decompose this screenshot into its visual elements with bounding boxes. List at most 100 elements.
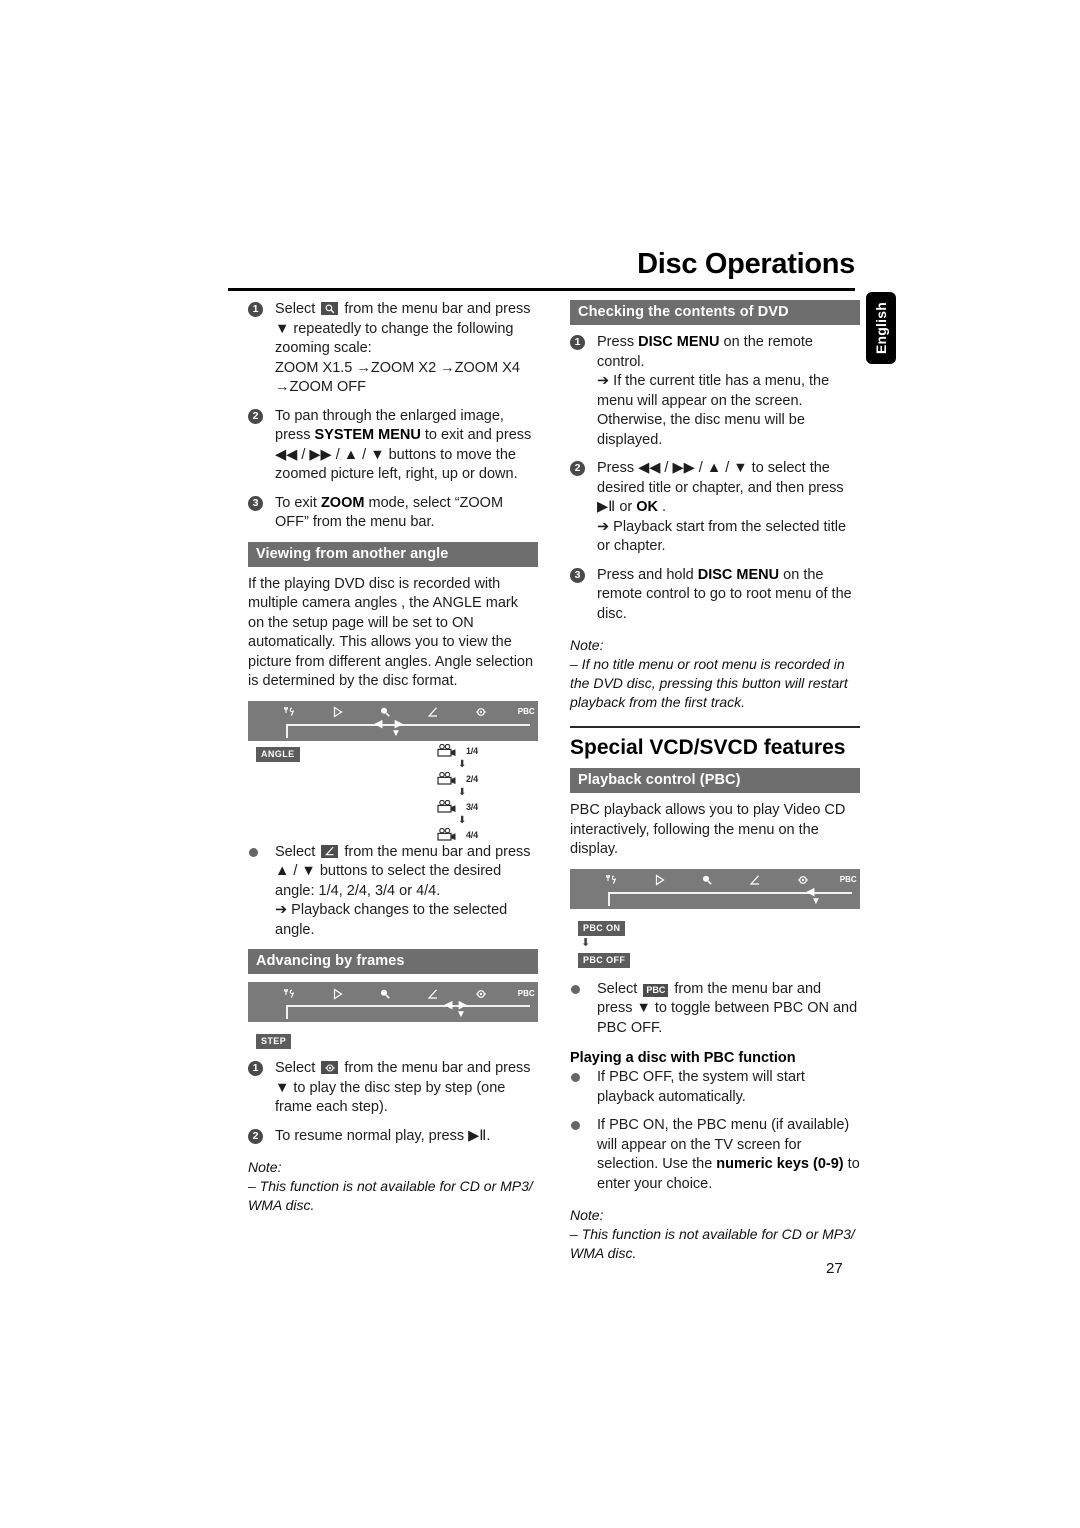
zoom-scale-line-1: ZOOM X1.5 →ZOOM X2 →ZOOM X4 bbox=[275, 359, 520, 376]
right-note: Note: – This function is not available f… bbox=[570, 1206, 860, 1263]
zoom-magnifier-icon bbox=[373, 988, 397, 1000]
angle-figure: ANGLE 1/4 ⬇ 2/4 ⬇ 3/4 ⬇ 4/4 bbox=[248, 743, 538, 843]
playing-pbc-bullet-2: If PBC ON, the PBC menu (if available) w… bbox=[570, 1116, 860, 1194]
camera-angle-arrow: ⬇ bbox=[458, 786, 467, 798]
angle-result-line: ➔ Playback changes to the selected angle… bbox=[275, 902, 508, 938]
step-text-part1: Press ◀◀ / ▶▶ / ▲ / ▼ to select the desi… bbox=[597, 460, 844, 515]
note-text: – This function is not available for CD … bbox=[570, 1226, 855, 1261]
disc-menu-keyword: DISC MENU bbox=[638, 334, 720, 350]
osd-baseline bbox=[286, 1005, 530, 1007]
osd-menu-bar-pbc: PBC ◀ ▼ bbox=[570, 868, 860, 909]
camera-angle-row: 1/4 bbox=[436, 743, 510, 760]
step-number: 1 bbox=[248, 1061, 263, 1076]
angle-icon bbox=[321, 844, 339, 858]
system-menu-keyword: SYSTEM MENU bbox=[314, 427, 421, 443]
camera-angle-arrow: ⬇ bbox=[458, 814, 467, 826]
pbc-icon: PBC bbox=[517, 707, 535, 716]
step-text: To resume normal play, press ▶Ⅱ. bbox=[275, 1127, 491, 1144]
camera-angle-label: 1/4 bbox=[466, 746, 478, 756]
tools-icon bbox=[278, 706, 302, 718]
camera-angle-label: 4/4 bbox=[466, 830, 478, 840]
step-text-part1: To exit bbox=[275, 494, 317, 511]
section-heading-checking-dvd: Checking the contents of DVD bbox=[570, 300, 860, 325]
zoom-step-3: 3 To exit ZOOM mode, select “ZOOM OFF” f… bbox=[248, 494, 538, 533]
numeric-keys-keyword: numeric keys (0-9) bbox=[716, 1156, 844, 1172]
osd-baseline-drop bbox=[286, 723, 288, 738]
step-text-before: Select bbox=[275, 301, 316, 317]
language-tab: English bbox=[866, 292, 896, 364]
step-icon bbox=[321, 1061, 339, 1074]
pbc-body: PBC playback allows you to play Video CD… bbox=[570, 802, 846, 857]
step-number: 2 bbox=[248, 1128, 263, 1144]
bullet-text-before: Select bbox=[275, 843, 316, 860]
osd-cursor-step: ◀ ▶ ▼ bbox=[444, 999, 468, 1021]
osd-cursor-angle: ◀ ▶ ▼ bbox=[374, 717, 404, 739]
step-number: 2 bbox=[248, 408, 263, 424]
pbc-chip-row: PBC ON ⬇ PBC OFF bbox=[570, 918, 860, 968]
step-text-part2: . bbox=[662, 499, 667, 515]
play-icon bbox=[326, 706, 350, 718]
camera-angle-row: 2/4 bbox=[436, 771, 510, 788]
bullet-text: If PBC OFF, the system will start playba… bbox=[597, 1069, 805, 1105]
zoom-step-1: 1 Select from the menu bar and press ▼ r… bbox=[248, 300, 538, 398]
angle-chip: ANGLE bbox=[256, 746, 300, 762]
section-heading-pbc: Playback control (PBC) bbox=[570, 768, 860, 793]
angle-icon bbox=[421, 988, 445, 1000]
pbc-icon: PBC bbox=[643, 983, 669, 997]
zoom-magnifier-icon bbox=[695, 874, 719, 886]
bullet-text-before: Select bbox=[597, 980, 638, 997]
camera-angle-row: 3/4 bbox=[436, 799, 510, 816]
bullet-dot bbox=[571, 1121, 580, 1130]
step-result-line: ➔ If the current title has a menu, the m… bbox=[597, 373, 830, 448]
step-chip-row: STEP bbox=[248, 1031, 538, 1049]
pbc-icon: PBC bbox=[517, 988, 535, 998]
note-label: Note: bbox=[570, 1207, 604, 1223]
osd-cursor-down: ▼ bbox=[456, 1009, 466, 1020]
osd-menu-bar-angle: PBC ◀ ▶ ▼ bbox=[248, 700, 538, 741]
osd-cursor-down: ▼ bbox=[811, 895, 821, 907]
note-label: Note: bbox=[248, 1159, 282, 1175]
playing-pbc-heading: Playing a disc with PBC function bbox=[570, 1050, 796, 1066]
osd-baseline-drop bbox=[608, 891, 610, 906]
angle-icon bbox=[743, 874, 767, 886]
camera-icon bbox=[437, 772, 456, 785]
step-number: 3 bbox=[570, 567, 585, 583]
note-text: – If no title menu or root menu is recor… bbox=[570, 656, 848, 710]
osd-menu-bar-step: PBC ◀ ▶ ▼ bbox=[248, 982, 538, 1022]
camera-icon bbox=[437, 744, 456, 757]
advancing-step-1: 1 Select from the menu bar and press ▼ t… bbox=[248, 1059, 538, 1118]
pbc-select-bullet: Select PBC from the menu bar and press ▼… bbox=[570, 980, 860, 1039]
pbc-on-chip: PBC ON bbox=[578, 920, 626, 936]
camera-angle-row: 4/4 bbox=[436, 827, 510, 844]
step-chip: STEP bbox=[256, 1034, 292, 1049]
zoom-step-2: 2 To pan through the enlarged image, pre… bbox=[248, 407, 538, 485]
language-tab-label: English bbox=[873, 302, 889, 354]
osd-icon-row: PBC bbox=[248, 985, 538, 1002]
pbc-off-chip: PBC OFF bbox=[578, 952, 631, 968]
section-heading-advancing-frames: Advancing by frames bbox=[248, 949, 538, 974]
osd-cursor-pbc: ◀ ▼ bbox=[806, 885, 821, 907]
title-rule bbox=[228, 288, 855, 291]
right-column: Checking the contents of DVD 1 Press DIS… bbox=[570, 300, 860, 1263]
left-column: 1 Select from the menu bar and press ▼ r… bbox=[248, 300, 538, 1215]
ok-keyword: OK bbox=[636, 499, 658, 515]
camera-angle-label: 2/4 bbox=[466, 774, 478, 784]
zoom-magnifier-icon bbox=[373, 706, 397, 718]
checking-dvd-step-1: 1 Press DISC MENU on the remote control.… bbox=[570, 333, 860, 450]
checking-dvd-note: Note: – If no title menu or root menu is… bbox=[570, 636, 860, 712]
viewing-angle-body: If the playing DVD disc is recorded with… bbox=[248, 575, 534, 690]
step-result-line: ➔ Playback start from the selected title… bbox=[597, 518, 847, 555]
angle-icon bbox=[421, 706, 445, 718]
step-text-before: Select bbox=[275, 1060, 316, 1076]
section-heading-viewing-angle: Viewing from another angle bbox=[248, 541, 538, 567]
page-number: 27 bbox=[826, 1260, 843, 1277]
bullet-dot bbox=[571, 984, 580, 994]
bullet-text-after: from the menu bar and press ▼ to toggle … bbox=[597, 980, 858, 1036]
bullet-dot bbox=[249, 847, 258, 857]
step-text-part1: Press bbox=[597, 334, 635, 350]
step-text-part1: Press and hold bbox=[597, 566, 694, 583]
camera-icon bbox=[437, 828, 456, 841]
angle-select-bullet: Select from the menu bar and press ▲ / ▼… bbox=[248, 843, 538, 941]
manual-page: Disc Operations English 1 Select from th… bbox=[0, 0, 1080, 1528]
note-label: Note: bbox=[570, 637, 604, 653]
